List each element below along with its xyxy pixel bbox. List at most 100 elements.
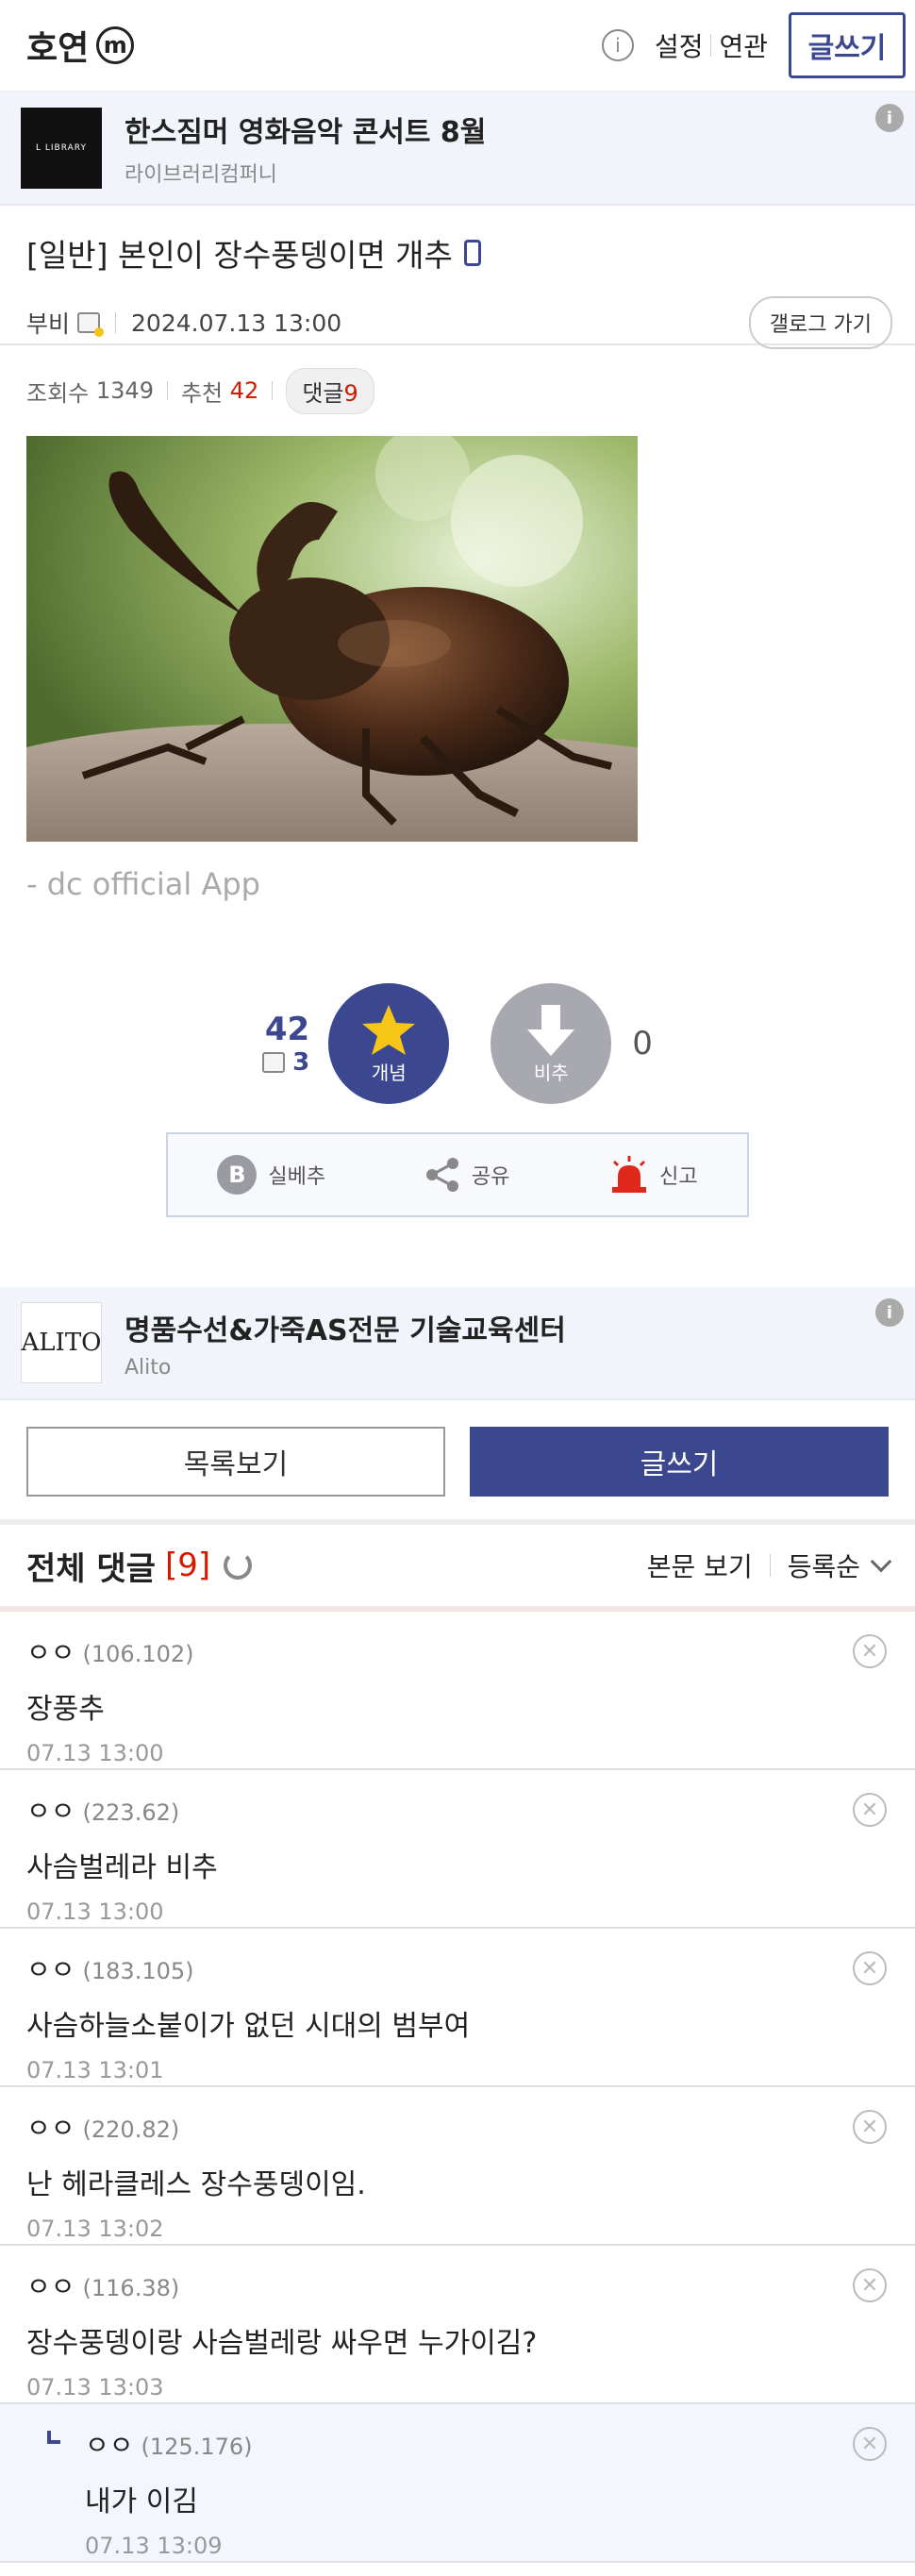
ad-text: 명품수선&가죽AS전문 기술교육센터 Alito (125, 1307, 566, 1380)
report-label: 신고 (659, 1165, 698, 1189)
fixed-upvote-row: 3 (262, 1048, 309, 1077)
top-bar: 호연 m i 설정 연관 글쓰기 (0, 0, 915, 92)
related-link[interactable]: 연관 (711, 26, 775, 64)
comment-item: ㅇㅇ (183.105) 사슴하늘소붙이가 없던 시대의 범부여 07.13 13… (0, 1929, 915, 2087)
comment-count-pill[interactable]: 댓글9 (286, 367, 374, 414)
comment-text: 사슴하늘소붙이가 없던 시대의 범부여 (26, 2010, 471, 2043)
comment-text: 장풍추 (26, 1693, 105, 1726)
comment-nick[interactable]: ㅇㅇ (26, 2267, 75, 2304)
author-nick[interactable]: 부비 (26, 306, 70, 340)
comment-options: 본문 보기 등록순 (647, 1547, 892, 1584)
comment-item: ㅇㅇ (223.62) 사슴벌레라 비추 07.13 13:00 ✕ (0, 1770, 915, 1929)
comment-text: 사슴벌레라 비추 (26, 1851, 218, 1884)
fixed-nick-icon (262, 1052, 286, 1073)
views-label: 조회수 (26, 379, 90, 407)
post-stats: 조회수 1349 추천 42 댓글9 (0, 345, 915, 436)
chevron-down-icon[interactable] (870, 1550, 892, 1573)
list-button[interactable]: 목록보기 (26, 1427, 445, 1497)
comments-label: 댓글 (302, 379, 344, 407)
ad-sponsor: 라이브러리컴퍼니 (125, 163, 277, 187)
divider (166, 381, 168, 400)
share-button[interactable]: 공유 (424, 1156, 509, 1194)
comment-item: ㅇㅇ (116.38) 장수풍뎅이랑 사슴벌레랑 싸우면 누가이김? 07.13 … (0, 2246, 915, 2404)
gallog-button[interactable]: 갤로그 가기 (748, 296, 892, 349)
comment-time: 07.13 13:03 (26, 2374, 164, 2400)
reply-arrow-icon (47, 2431, 60, 2444)
comment-nick[interactable]: ㅇㅇ (26, 1632, 75, 1670)
comments-count: 9 (343, 379, 358, 407)
gallery-title[interactable]: 호연 (26, 21, 89, 70)
sort-select[interactable]: 등록순 (788, 1547, 860, 1584)
ad-info-icon[interactable]: i (875, 1298, 904, 1327)
delete-comment-icon[interactable]: ✕ (853, 1634, 887, 1668)
ad-text: 한스짐머 영화음악 콘서트 8월 라이브러리컴퍼니 (125, 109, 486, 188)
downvote-button[interactable]: 비추 (491, 983, 612, 1104)
comment-total: [9] (164, 1547, 211, 1584)
comment-nick[interactable]: ㅇㅇ (26, 2108, 75, 2146)
comment-nick[interactable]: ㅇㅇ (26, 1949, 75, 1987)
post-date: 2024.07.13 13:00 (131, 309, 342, 337)
down-arrow-icon (527, 1004, 575, 1056)
delete-comment-icon[interactable]: ✕ (853, 1793, 887, 1827)
delete-comment-icon[interactable]: ✕ (853, 2427, 887, 2461)
comment-item: ㅇㅇ (220.82) 난 헤라클레스 장수풍뎅이임. 07.13 13:02 ✕ (0, 2087, 915, 2246)
minor-gallery-badge-icon: m (96, 26, 135, 64)
share-icon (425, 1158, 458, 1192)
post-buttons: 목록보기 글쓰기 (0, 1427, 915, 1497)
recommend-count: 42 (229, 377, 259, 404)
delete-comment-icon[interactable]: ✕ (853, 2110, 887, 2144)
downvote-count: 0 (632, 1025, 653, 1062)
beetle-photo (26, 436, 638, 842)
comment-header: 전체 댓글 [9] 본문 보기 등록순 (0, 1519, 915, 1612)
comment-list: ㅇㅇ (106.102) 장풍추 07.13 13:00 ✕ ㅇㅇ (223.62)… (0, 1612, 915, 2563)
delete-comment-icon[interactable]: ✕ (853, 1951, 887, 1985)
views-count: 1349 (95, 377, 154, 404)
real-best-label: 실베추 (268, 1165, 326, 1189)
comment-text: 내가 이김 (85, 2485, 198, 2518)
post-title-text: [일반] 본인이 장수풍뎅이면 개추 (26, 237, 453, 274)
comment-time: 07.13 13:09 (85, 2533, 223, 2559)
vote-area: 42 3 개념 비추 0 (0, 983, 915, 1104)
reply-item: ㅇㅇ (125.176) 내가 이김 07.13 13:09 ✕ (0, 2404, 915, 2563)
settings-link[interactable]: 설정 (647, 26, 711, 64)
upvote-button[interactable]: 개념 (328, 983, 450, 1104)
post-image-beetle[interactable] (26, 436, 638, 842)
ad-logo: L LIBRARY (21, 108, 102, 189)
app-signature: - dc official App (26, 866, 260, 902)
info-icon[interactable]: i (601, 29, 634, 61)
divider (272, 381, 274, 400)
fixed-nick-icon (77, 312, 105, 337)
star-icon (362, 1004, 416, 1055)
comment-text: 장수풍뎅이랑 사슴벌레랑 싸우면 누가이김? (26, 2327, 538, 2360)
comment-ip: (116.38) (82, 2275, 180, 2301)
post-meta: 부비 2024.07.13 13:00 갤로그 가기 (26, 296, 892, 349)
comment-section-title: 전체 댓글 (26, 1549, 156, 1588)
ad-title: 한스짐머 영화음악 콘서트 8월 (125, 116, 487, 149)
ad-banner-top[interactable]: L LIBRARY 한스짐머 영화음악 콘서트 8월 라이브러리컴퍼니 i (0, 92, 915, 206)
refresh-icon[interactable] (224, 1551, 253, 1580)
comment-ip: (106.102) (82, 1641, 194, 1667)
delete-comment-icon[interactable]: ✕ (853, 2268, 887, 2302)
real-best-button[interactable]: B 실베추 (217, 1155, 325, 1195)
view-body-link[interactable]: 본문 보기 (647, 1547, 753, 1584)
write-button[interactable]: 글쓰기 (470, 1427, 889, 1497)
comment-time: 07.13 13:02 (26, 2216, 164, 2242)
comment-time: 07.13 13:01 (26, 2057, 164, 2083)
write-button-top[interactable]: 글쓰기 (789, 12, 906, 78)
comment-ip: (220.82) (82, 2116, 180, 2143)
comment-nick[interactable]: ㅇㅇ (85, 2425, 134, 2463)
divider (769, 1554, 771, 1577)
comment-item: ㅇㅇ (106.102) 장풍추 07.13 13:00 ✕ (0, 1612, 915, 1770)
post-header: [일반] 본인이 장수풍뎅이면 개추 부비 2024.07.13 13:00 갤… (0, 206, 915, 349)
recommend-label: 추천 (180, 379, 224, 407)
post-title: [일반] 본인이 장수풍뎅이면 개추 (26, 230, 889, 276)
comment-nick[interactable]: ㅇㅇ (26, 1791, 75, 1829)
divider (115, 312, 117, 333)
ad-banner-bottom[interactable]: ALITO 명품수선&가죽AS전문 기술교육센터 Alito i (0, 1287, 915, 1400)
top-right-menu: i 설정 연관 글쓰기 (601, 12, 906, 78)
report-button[interactable]: 신고 (608, 1156, 698, 1194)
ad-info-icon[interactable]: i (875, 104, 904, 132)
comment-time: 07.13 13:00 (26, 1740, 164, 1766)
comment-ip: (183.105) (82, 1958, 194, 1984)
fixed-upvote-count: 3 (292, 1048, 310, 1077)
